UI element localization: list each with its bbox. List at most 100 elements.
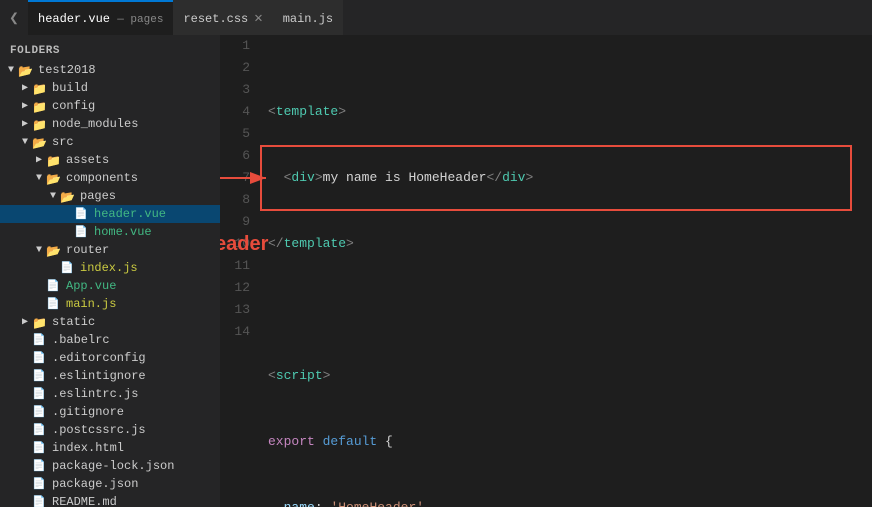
arrow-icon: [18, 137, 32, 148]
sidebar-item-node-modules[interactable]: node_modules: [0, 115, 220, 133]
sidebar-item-index-html[interactable]: 📄 index.html: [0, 439, 220, 457]
arrow-icon: [18, 100, 32, 112]
file-icon: 📄: [32, 477, 48, 491]
item-label: test2018: [38, 63, 96, 77]
vue-file-icon: 📄: [46, 279, 62, 293]
item-label: .eslintrc.js: [52, 387, 138, 401]
sidebar-item-postcssrc[interactable]: 📄 .postcssrc.js: [0, 421, 220, 439]
sidebar-item-package-lock[interactable]: 📄 package-lock.json: [0, 457, 220, 475]
arrow-icon: [32, 154, 46, 166]
folder-icon: [32, 82, 48, 94]
item-label: header.vue: [94, 207, 166, 221]
sidebar-item-main-js[interactable]: 📄 main.js: [0, 295, 220, 313]
item-label: assets: [66, 153, 109, 167]
sidebar-item-package-json[interactable]: 📄 package.json: [0, 475, 220, 493]
sidebar-item-header-vue[interactable]: 📄 header.vue: [0, 205, 220, 223]
sidebar-item-babelrc[interactable]: 📄 .babelrc: [0, 331, 220, 349]
sidebar-item-editorconfig[interactable]: 📄 .editorconfig: [0, 349, 220, 367]
js-file-icon: 📄: [46, 297, 62, 311]
item-label: components: [66, 171, 138, 185]
file-icon: 📄: [32, 495, 48, 507]
folder-icon: [32, 118, 48, 130]
item-label: pages: [80, 189, 116, 203]
sidebar-item-gitignore[interactable]: 📄 .gitignore: [0, 403, 220, 421]
file-icon: 📄: [32, 333, 48, 347]
code-line-2: <div>my name is HomeHeader</div>: [268, 167, 872, 189]
tab-label: main.js: [283, 12, 333, 26]
folder-open-icon: [60, 190, 76, 202]
tab-label: reset.css: [183, 12, 248, 26]
vue-file-icon: 📄: [74, 207, 90, 221]
vue-file-icon: 📄: [74, 225, 90, 239]
file-icon: 📄: [32, 387, 48, 401]
js-file-icon: 📄: [60, 261, 76, 275]
folder-open-icon: [32, 136, 48, 148]
folder-open-icon: [46, 244, 62, 256]
item-label: router: [66, 243, 109, 257]
editor-wrapper: 12345 678910 11121314 <template> <div>my…: [220, 35, 872, 507]
sidebar-item-readme[interactable]: 📄 README.md: [0, 493, 220, 507]
folder-icon: [32, 316, 48, 328]
item-label: index.html: [52, 441, 124, 455]
tab-main-js[interactable]: main.js: [273, 0, 343, 35]
code-line-5: <script>: [268, 365, 872, 387]
code-area: 12345 678910 11121314 <template> <div>my…: [220, 35, 872, 507]
sidebar-item-app-vue[interactable]: 📄 App.vue: [0, 277, 220, 295]
sidebar-item-src[interactable]: src: [0, 133, 220, 151]
sidebar-header: FOLDERS: [0, 39, 220, 61]
tab-label: header.vue — pages: [38, 12, 163, 26]
item-label: node_modules: [52, 117, 138, 131]
code-line-6: export default {: [268, 431, 872, 453]
arrow-icon: [4, 65, 18, 76]
sidebar-item-components[interactable]: components: [0, 169, 220, 187]
sidebar-item-build[interactable]: build: [0, 79, 220, 97]
sidebar-item-eslintignore[interactable]: 📄 .eslintignore: [0, 367, 220, 385]
tab-close-icon[interactable]: ✕: [254, 10, 262, 27]
item-label: config: [52, 99, 95, 113]
code-line-1: <template>: [268, 101, 872, 123]
arrow-icon: [32, 245, 46, 256]
tab-header-vue[interactable]: header.vue — pages: [28, 0, 173, 35]
sidebar-item-test2018[interactable]: test2018: [0, 61, 220, 79]
arrow-icon: [32, 173, 46, 184]
item-label: .eslintignore: [52, 369, 146, 383]
item-label: build: [52, 81, 88, 95]
arrow-icon: [46, 191, 60, 202]
sidebar-item-home-vue[interactable]: 📄 home.vue: [0, 223, 220, 241]
line-numbers: 12345 678910 11121314: [220, 35, 260, 507]
item-label: .babelrc: [52, 333, 110, 347]
tab-reset-css[interactable]: reset.css ✕: [173, 0, 272, 35]
item-label: src: [52, 135, 74, 149]
folder-icon: [32, 100, 48, 112]
sidebar-item-assets[interactable]: assets: [0, 151, 220, 169]
sidebar-item-eslintrc[interactable]: 📄 .eslintrc.js: [0, 385, 220, 403]
code-line-3: </template>: [268, 233, 872, 255]
item-label: package-lock.json: [52, 459, 174, 473]
item-label: .editorconfig: [52, 351, 146, 365]
main-layout: FOLDERS test2018 build config node_m: [0, 35, 872, 507]
tab-nav-back[interactable]: ❮: [0, 0, 28, 35]
item-label: static: [52, 315, 95, 329]
sidebar-item-router[interactable]: router: [0, 241, 220, 259]
item-label: App.vue: [66, 279, 116, 293]
file-icon: 📄: [32, 369, 48, 383]
folder-icon: [46, 154, 62, 166]
file-icon: 📄: [32, 405, 48, 419]
code-content: <template> <div>my name is HomeHeader</d…: [260, 35, 872, 507]
sidebar-item-pages[interactable]: pages: [0, 187, 220, 205]
sidebar-item-static[interactable]: static: [0, 313, 220, 331]
arrow-icon: [18, 118, 32, 130]
sidebar-item-router-index-js[interactable]: 📄 index.js: [0, 259, 220, 277]
item-label: .postcssrc.js: [52, 423, 146, 437]
folder-open-icon: [18, 64, 34, 76]
item-label: .gitignore: [52, 405, 124, 419]
file-icon: 📄: [32, 351, 48, 365]
editor[interactable]: 12345 678910 11121314 <template> <div>my…: [220, 35, 872, 507]
file-icon: 📄: [32, 423, 48, 437]
arrow-icon: [18, 82, 32, 94]
item-label: index.js: [80, 261, 138, 275]
file-icon: 📄: [32, 441, 48, 455]
item-label: main.js: [66, 297, 116, 311]
item-label: README.md: [52, 495, 117, 507]
sidebar-item-config[interactable]: config: [0, 97, 220, 115]
